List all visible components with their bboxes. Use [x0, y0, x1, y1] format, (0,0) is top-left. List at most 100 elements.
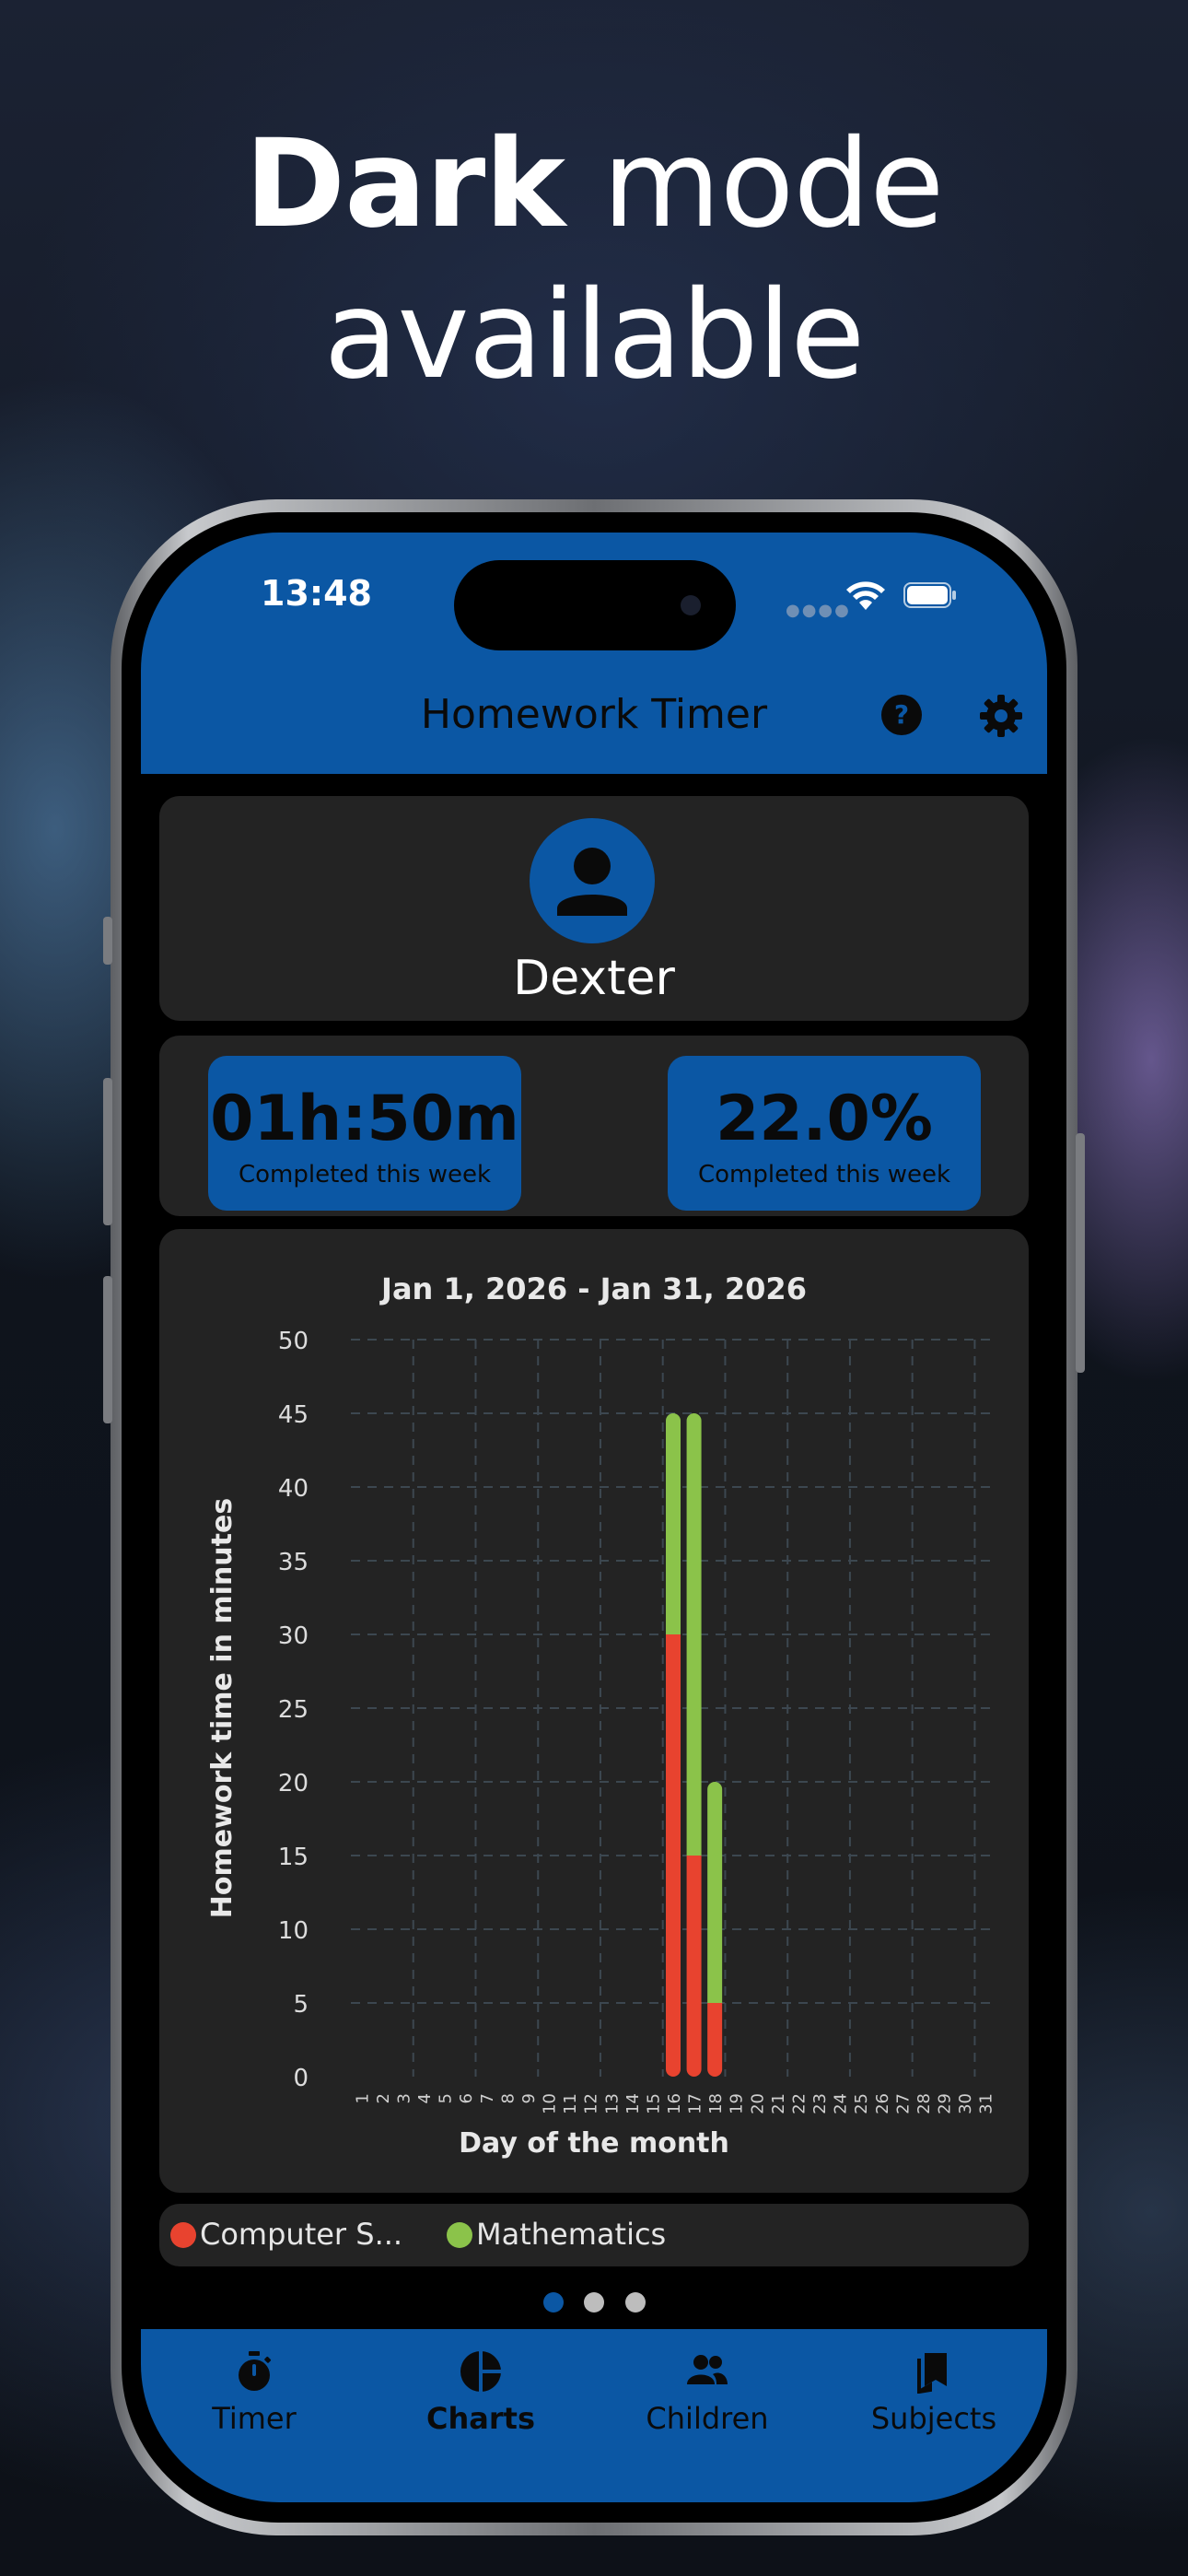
bar-segment [707, 1782, 723, 2003]
profile-card: Dexter [159, 796, 1029, 1021]
gear-icon[interactable] [979, 694, 1023, 738]
legend-swatch-computer-science [170, 2222, 196, 2248]
stats-card: 01h:50m Completed this week 22.0% Comple… [159, 1036, 1029, 1216]
y-tick-label: 45 [278, 1401, 309, 1429]
wifi-icon [846, 581, 885, 610]
action-button [103, 917, 112, 965]
tab-subjects[interactable]: Subjects [821, 2329, 1047, 2467]
avatar[interactable] [530, 818, 655, 943]
bar-segment [686, 1413, 702, 1856]
x-tick-label: 30 [956, 2093, 975, 2114]
x-tick-label: 26 [873, 2093, 892, 2114]
homework-chart: 051015202530354045501 2 3 4 5 6 7 8 9 10 11 12 13 14 1… [206, 1328, 996, 2160]
y-tick-label: 15 [278, 1844, 309, 1871]
y-tick-label: 40 [278, 1475, 309, 1503]
x-tick-label: 9 [519, 2093, 539, 2103]
headline-line2: available [323, 264, 866, 406]
tab-subjects-label: Subjects [870, 2401, 997, 2436]
tab-charts[interactable]: Charts [367, 2329, 594, 2467]
x-tick-label: 18 [706, 2093, 726, 2114]
y-tick-label: 5 [293, 1991, 309, 2019]
x-tick-label: 27 [893, 2093, 913, 2114]
x-tick-label: 11 [561, 2093, 580, 2114]
x-tick-label: 13 [602, 2093, 622, 2114]
x-tick-label: 19 [728, 2093, 747, 2114]
legend-swatch-mathematics [447, 2222, 472, 2248]
battery-icon [903, 582, 956, 608]
x-tick-label: 3 [394, 2093, 413, 2103]
svg-text:?: ? [894, 699, 909, 730]
legend-label-mathematics: Mathematics [476, 2217, 667, 2252]
x-tick-label: 23 [810, 2093, 830, 2114]
legend-label-computer-science: Computer S... [200, 2217, 403, 2252]
tab-timer-label: Timer [212, 2401, 297, 2436]
volume-down-button [103, 1276, 112, 1423]
volume-up-button [103, 1078, 112, 1225]
y-tick-label: 35 [278, 1549, 309, 1576]
time-stat-value: 01h:50m [210, 1083, 519, 1155]
y-tick-label: 50 [278, 1328, 309, 1355]
x-tick-label: 25 [852, 2093, 871, 2114]
help-icon[interactable]: ? [880, 694, 923, 736]
bar-segment [666, 1413, 681, 1634]
time-stat-label: Completed this week [238, 1161, 492, 1188]
x-tick-label: 22 [789, 2093, 809, 2114]
percent-stat-label: Completed this week [697, 1161, 951, 1188]
headline-bold: Dark [244, 113, 566, 255]
pager-dot-1[interactable] [543, 2292, 564, 2313]
x-tick-label: 21 [769, 2093, 788, 2114]
x-tick-label: 15 [644, 2093, 663, 2114]
x-tick-label: 7 [478, 2093, 497, 2103]
y-tick-label: 20 [278, 1770, 309, 1797]
x-tick-label: 28 [914, 2093, 934, 2114]
y-axis-title: Homework time in minutes [206, 1498, 239, 1918]
app-header: 13:48 ●●●● Homework Timer ? [141, 533, 1047, 774]
x-tick-label: 29 [936, 2093, 955, 2114]
x-tick-label: 20 [748, 2093, 767, 2114]
person-icon [557, 848, 627, 916]
bar-segment [707, 2003, 723, 2077]
y-tick-label: 0 [293, 2065, 309, 2092]
pager-dot-2[interactable] [584, 2292, 604, 2313]
x-tick-label: 8 [498, 2093, 518, 2103]
y-tick-label: 10 [278, 1917, 309, 1945]
chart-card: Jan 1, 2026 - Jan 31, 2026 0 5 10 15 20 25 30 3… [159, 1229, 1029, 2193]
chart-legend: Computer S... Mathematics [159, 2204, 1029, 2266]
camera-icon [681, 595, 701, 615]
headline-rest: mode [565, 113, 944, 255]
tab-children[interactable]: Children [594, 2329, 821, 2467]
pie-chart-icon [460, 2351, 501, 2392]
percent-stat-value: 22.0% [716, 1083, 933, 1155]
x-tick-label: 2 [374, 2093, 393, 2103]
bar-segment [666, 1634, 681, 2077]
pager-dot-3[interactable] [625, 2292, 646, 2313]
power-button [1076, 1133, 1085, 1373]
time-stat: 01h:50m Completed this week [208, 1056, 521, 1211]
tab-charts-label: Charts [426, 2401, 535, 2436]
x-tick-label: 10 [541, 2093, 560, 2114]
phone-screen: 13:48 ●●●● Homework Timer ? Dexter 01h:5… [141, 533, 1047, 2502]
signal-icon: ●●●● [786, 601, 851, 620]
bookmarks-icon [917, 2353, 947, 2394]
x-tick-label: 24 [832, 2093, 851, 2114]
bar-segment [686, 1856, 702, 2077]
y-tick-label: 25 [278, 1696, 309, 1724]
x-tick-label: 12 [582, 2093, 601, 2114]
stopwatch-icon [239, 2351, 272, 2391]
x-axis-title: Day of the month [459, 2127, 729, 2160]
tab-bar: Timer Charts Children Subjects [141, 2329, 1047, 2502]
child-name: Dexter [513, 951, 675, 1006]
x-tick-label: 14 [623, 2093, 643, 2114]
x-tick-label: 16 [665, 2093, 684, 2114]
people-icon [687, 2355, 728, 2384]
status-time: 13:48 [261, 573, 372, 614]
x-tick-label: 4 [415, 2093, 435, 2103]
promo-headline: Dark mode available [0, 109, 1188, 411]
x-tick-label: 31 [977, 2093, 996, 2114]
x-tick-label: 1 [353, 2093, 372, 2103]
y-tick-label: 30 [278, 1622, 309, 1650]
tab-timer[interactable]: Timer [141, 2329, 367, 2467]
x-tick-label: 17 [686, 2093, 705, 2114]
x-tick-label: 5 [437, 2093, 456, 2103]
tab-children-label: Children [646, 2401, 769, 2436]
